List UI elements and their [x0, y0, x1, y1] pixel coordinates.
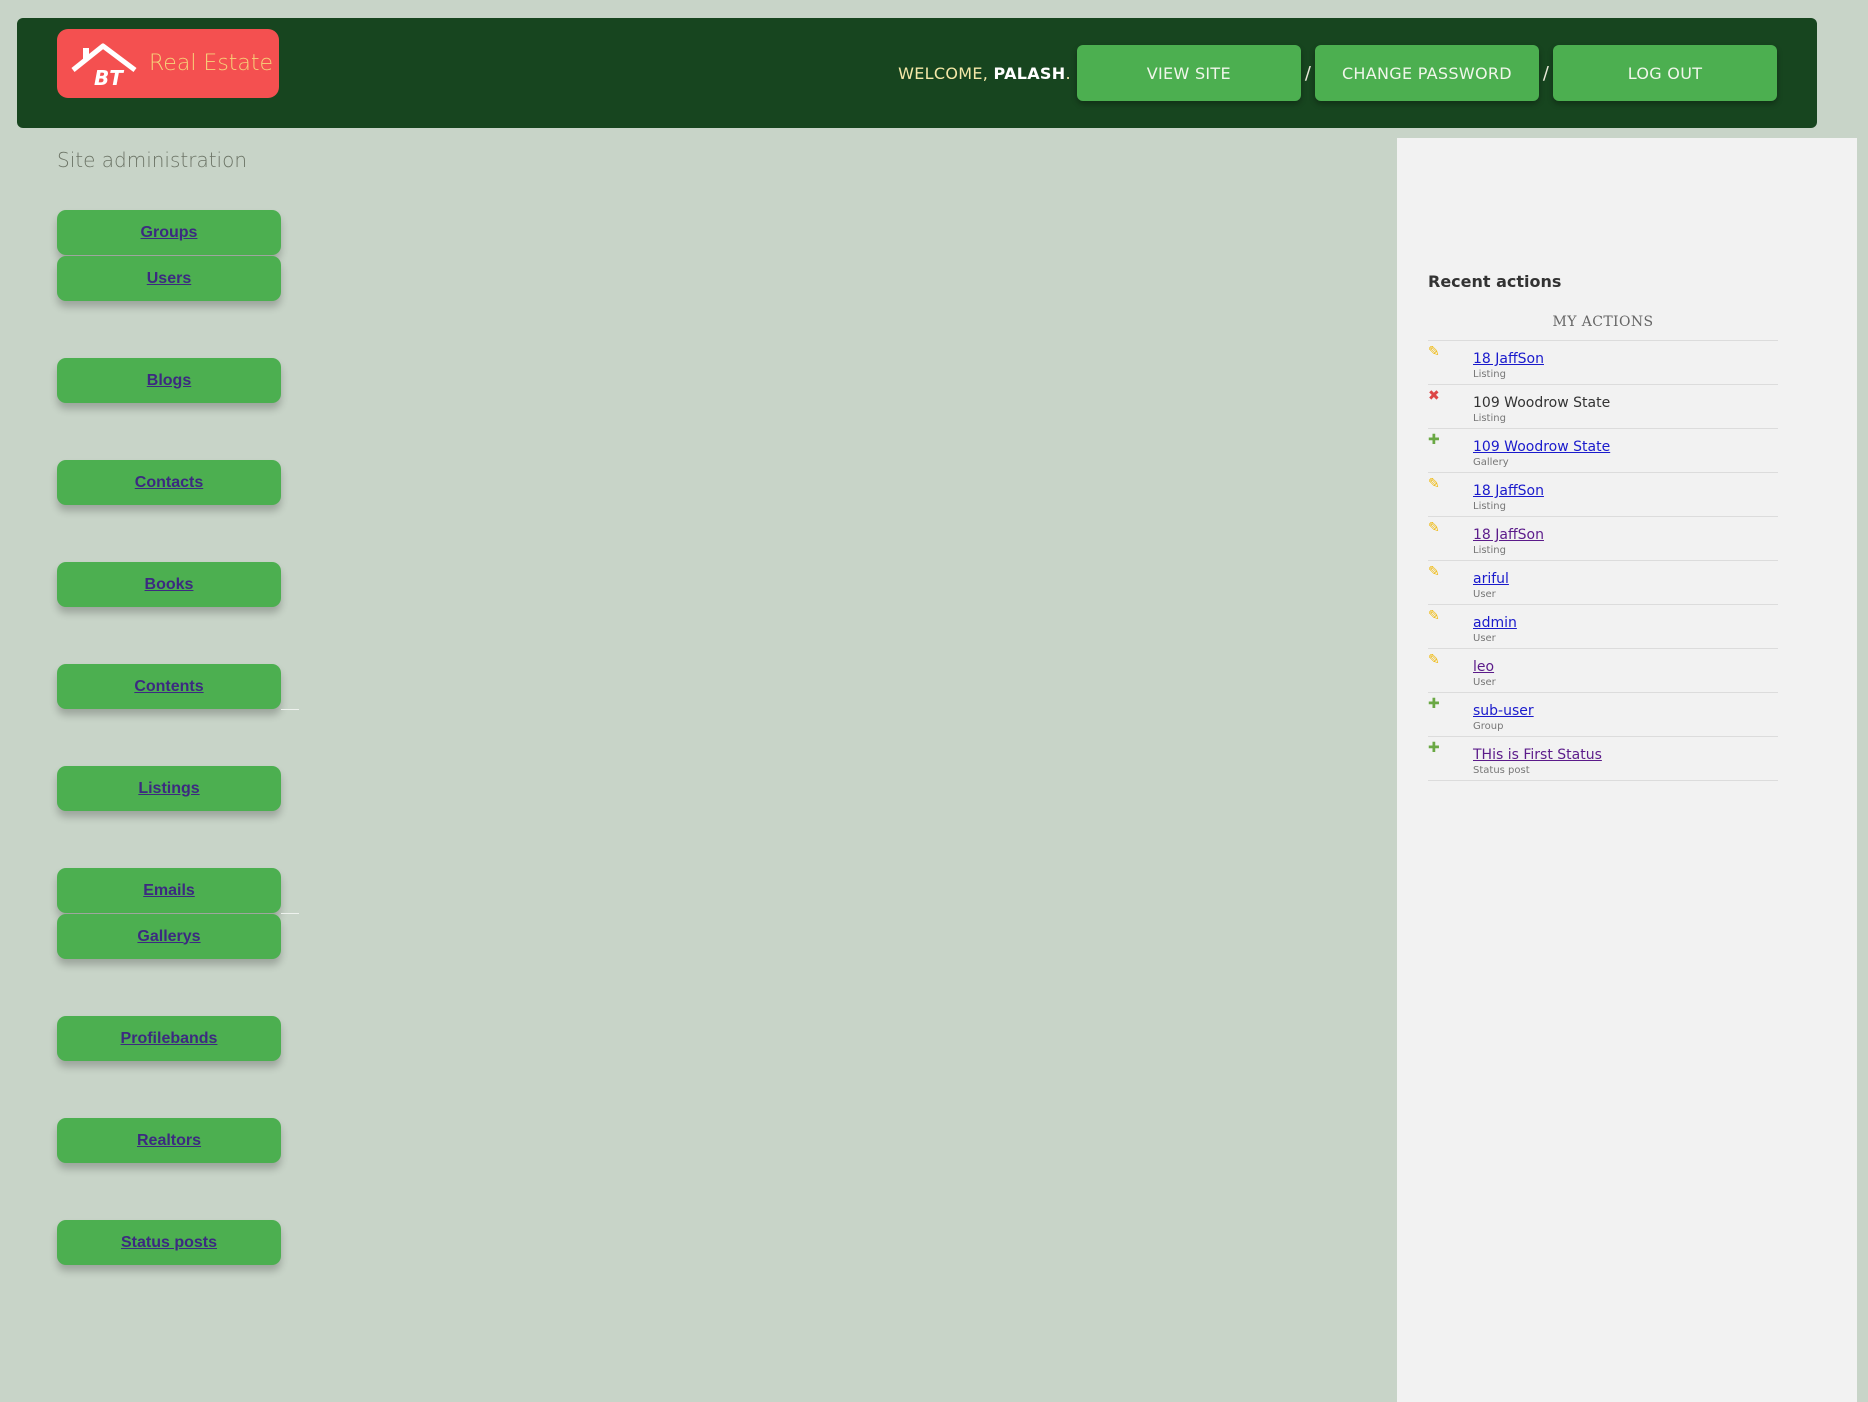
user-tools: WELCOME, PALASH. VIEW SITE / CHANGE PASS… — [898, 45, 1777, 101]
action-type: Listing — [1473, 501, 1506, 512]
action-type: Gallery — [1473, 457, 1509, 468]
action-type: User — [1473, 589, 1496, 600]
action-type: Status post — [1473, 765, 1530, 776]
recent-actions-title: Recent actions — [1428, 272, 1562, 291]
actions-list: ✎ 18 JaffSon Listing ✖ 109 Woodrow State List… — [1428, 340, 1778, 781]
delete-icon: ✖ — [1428, 388, 1440, 404]
recent-actions-panel: Recent actions MY ACTIONS ✎ 18 JaffSon Lis… — [1397, 138, 1857, 1402]
change-icon: ✎ — [1428, 564, 1440, 580]
my-actions-heading: MY ACTIONS — [1552, 314, 1654, 330]
nav-link[interactable]: Contacts — [135, 474, 203, 492]
welcome-text: WELCOME, PALASH. — [898, 63, 1071, 83]
action-type: User — [1473, 677, 1496, 688]
add-icon: ✚ — [1428, 740, 1440, 756]
action-item: ✎ ariful User — [1428, 561, 1778, 605]
action-item: ✚ 109 Woodrow State Gallery — [1428, 429, 1778, 473]
action-title: 109 Woodrow State — [1473, 395, 1611, 411]
nav-link[interactable]: Emails — [143, 882, 195, 900]
view-site-button[interactable]: VIEW SITE — [1076, 45, 1301, 101]
action-type: Listing — [1473, 413, 1506, 424]
separator: / — [1304, 62, 1311, 84]
nav-emails[interactable]: Emails — [57, 868, 281, 913]
action-title[interactable]: 18 JaffSon — [1473, 351, 1544, 367]
site-name: Real Estate — [149, 51, 274, 76]
separator: / — [1542, 62, 1549, 84]
action-title[interactable]: 109 Woodrow State — [1473, 439, 1610, 455]
action-title[interactable]: 18 JaffSon — [1473, 483, 1544, 499]
nav-link[interactable]: Realtors — [137, 1132, 201, 1150]
change-icon: ✎ — [1428, 652, 1440, 668]
action-item: ✚ THis is First Status Status post — [1428, 737, 1778, 781]
nav-blogs[interactable]: Blogs — [57, 358, 281, 403]
change-icon: ✎ — [1428, 476, 1440, 492]
nav-link[interactable]: Status posts — [121, 1234, 217, 1252]
divider — [281, 709, 299, 710]
nav-link[interactable]: Blogs — [147, 372, 191, 390]
nav-contacts[interactable]: Contacts — [57, 460, 281, 505]
change-icon: ✎ — [1428, 520, 1440, 536]
add-icon: ✚ — [1428, 696, 1440, 712]
nav-contents[interactable]: Contents — [57, 664, 281, 709]
change-icon: ✎ — [1428, 344, 1440, 360]
nav-status-posts[interactable]: Status posts — [57, 1220, 281, 1265]
nav-realtors[interactable]: Realtors — [57, 1118, 281, 1163]
action-title[interactable]: THis is First Status — [1473, 747, 1602, 763]
change-icon: ✎ — [1428, 608, 1440, 624]
action-title[interactable]: ariful — [1473, 571, 1509, 587]
nav-groups[interactable]: Groups — [57, 210, 281, 255]
action-item: ✖ 109 Woodrow State Listing — [1428, 385, 1778, 429]
nav-link[interactable]: Users — [147, 270, 191, 288]
nav-link[interactable]: Books — [145, 576, 194, 594]
action-title[interactable]: sub-user — [1473, 703, 1534, 719]
action-item: ✎ 18 JaffSon Listing — [1428, 341, 1778, 385]
nav-link[interactable]: Listings — [138, 780, 199, 798]
action-item: ✚ sub-user Group — [1428, 693, 1778, 737]
svg-text:BT: BT — [94, 66, 124, 88]
action-item: ✎ 18 JaffSon Listing — [1428, 517, 1778, 561]
action-item: ✎ 18 JaffSon Listing — [1428, 473, 1778, 517]
action-item: ✎ admin User — [1428, 605, 1778, 649]
change-password-button[interactable]: CHANGE PASSWORD — [1314, 45, 1539, 101]
house-logo-icon: BT — [71, 43, 137, 88]
action-type: User — [1473, 633, 1496, 644]
log-out-button[interactable]: LOG OUT — [1553, 45, 1777, 101]
action-title[interactable]: 18 JaffSon — [1473, 527, 1544, 543]
nav-link[interactable]: Groups — [141, 224, 198, 242]
nav-listings[interactable]: Listings — [57, 766, 281, 811]
nav-link[interactable]: Gallerys — [137, 928, 200, 946]
nav-link[interactable]: Profilebands — [121, 1030, 218, 1048]
action-title[interactable]: admin — [1473, 615, 1517, 631]
action-item: ✎ leo User — [1428, 649, 1778, 693]
action-type: Listing — [1473, 369, 1506, 380]
add-icon: ✚ — [1428, 432, 1440, 448]
nav-users[interactable]: Users — [57, 256, 281, 301]
action-title[interactable]: leo — [1473, 659, 1494, 675]
action-type: Group — [1473, 721, 1504, 732]
nav-link[interactable]: Contents — [134, 678, 203, 696]
nav-books[interactable]: Books — [57, 562, 281, 607]
page-title: Site administration — [57, 148, 248, 172]
username: PALASH — [993, 63, 1066, 83]
nav-profilebands[interactable]: Profilebands — [57, 1016, 281, 1061]
nav-gallerys[interactable]: Gallerys — [57, 914, 281, 959]
header: BT Real Estate WELCOME, PALASH. VIEW SIT… — [17, 18, 1817, 128]
divider — [281, 913, 299, 914]
action-type: Listing — [1473, 545, 1506, 556]
brand-logo[interactable]: BT Real Estate — [57, 29, 279, 98]
